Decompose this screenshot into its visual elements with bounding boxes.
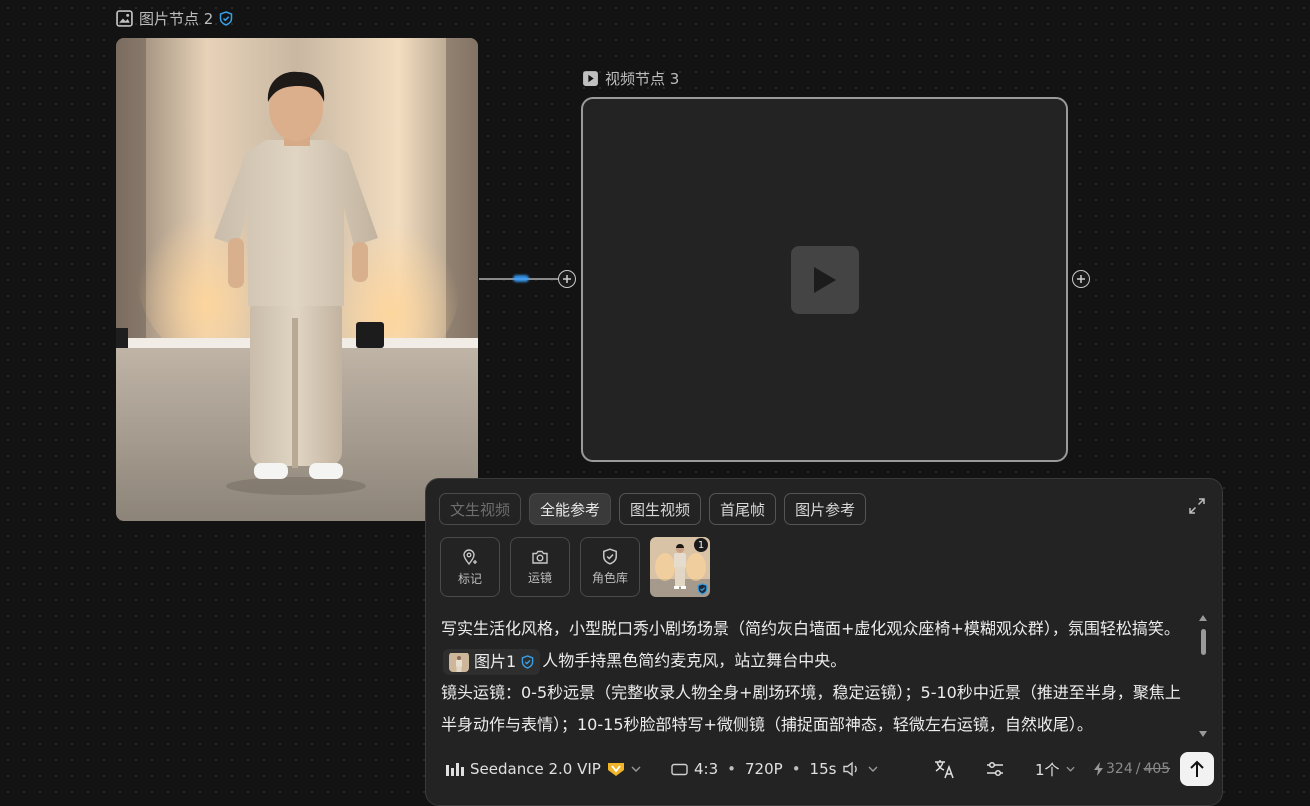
chip-thumbnail	[449, 652, 469, 672]
scrollbar-thumb[interactable]	[1201, 629, 1206, 655]
scroll-up-arrow-icon	[1199, 615, 1207, 621]
verified-shield-icon	[697, 583, 708, 595]
prompt-text-1a: 写实生活化风格，小型脱口秀小剧场场景（简约灰白墙面+虚化观众座椅+模糊观众群），…	[441, 619, 1180, 638]
expand-icon	[1189, 498, 1205, 514]
tab-first-last-frame[interactable]: 首尾帧	[709, 493, 777, 525]
image-node-preview[interactable]	[116, 38, 478, 521]
chevron-down-icon	[868, 766, 878, 772]
video-node-input-handle[interactable]	[558, 270, 576, 288]
model-bars-icon	[446, 763, 464, 776]
chevron-down-icon	[1066, 766, 1075, 772]
send-button[interactable]	[1180, 752, 1214, 786]
bottom-toolbar: Seedance 2.0 VIP 4:3 • 720P • 15s 1个 324	[426, 749, 1222, 789]
credits-used: 324	[1106, 761, 1133, 777]
duration-value: 15s	[809, 760, 837, 778]
video-node-title: 视频节点 3	[605, 70, 680, 88]
output-count-selector[interactable]: 1个	[1035, 749, 1075, 789]
video-node-preview[interactable]	[581, 97, 1068, 462]
comedian-stage-photo	[116, 38, 478, 521]
separator-dot: •	[791, 760, 801, 778]
edge-flow-indicator	[513, 275, 529, 282]
reference-count-badge: 1	[694, 538, 708, 552]
tool-row: 标记 运镜 角色库 1	[440, 537, 710, 597]
model-name: Seedance 2.0 VIP	[470, 760, 601, 778]
shield-check-icon	[603, 548, 617, 565]
image-icon	[116, 10, 133, 27]
tab-image-reference[interactable]: 图片参考	[784, 493, 867, 525]
tool-camera-motion[interactable]: 运镜	[510, 537, 570, 597]
video-settings-selector[interactable]: 4:3 • 720P • 15s	[671, 749, 878, 789]
scroll-down-arrow-icon	[1199, 731, 1207, 737]
tool-camera-motion-label: 运镜	[527, 570, 552, 585]
chip-label: 图片1	[474, 651, 517, 671]
video-icon	[583, 71, 598, 86]
prompt-paragraph-1: 写实生活化风格，小型脱口秀小剧场场景（简约灰白墙面+虚化观众座椅+模糊观众群），…	[441, 613, 1191, 677]
play-icon	[814, 267, 836, 293]
lightning-icon	[1094, 762, 1103, 776]
video-node-header[interactable]: 视频节点 3	[582, 68, 679, 89]
translate-icon	[935, 760, 954, 779]
separator-dot: •	[727, 760, 736, 778]
video-node-output-handle[interactable]	[1072, 270, 1090, 288]
tool-mark-label: 标记	[457, 571, 482, 586]
arrow-up-icon	[1190, 760, 1204, 777]
tool-character-library[interactable]: 角色库	[580, 537, 640, 597]
plus-icon	[563, 275, 571, 283]
plus-icon	[1077, 275, 1085, 283]
verified-shield-icon	[521, 654, 534, 669]
tab-image-to-video[interactable]: 图生视频	[619, 493, 702, 525]
generation-panel: 文生视频 全能参考 图生视频 首尾帧 图片参考 标记 运镜 角色库 1 写实生活…	[425, 478, 1223, 806]
settings-button[interactable]	[986, 749, 1004, 789]
mode-tabs: 文生视频 全能参考 图生视频 首尾帧 图片参考	[439, 493, 867, 525]
tool-mark[interactable]: 标记	[440, 537, 500, 597]
pin-icon	[463, 548, 477, 565]
image-reference-chip[interactable]: 图片1	[443, 648, 541, 675]
sound-icon	[843, 761, 858, 777]
chevron-down-icon	[631, 766, 641, 772]
credits-separator: /	[1135, 761, 1141, 777]
vip-badge-icon	[607, 763, 624, 776]
credits-indicator: 324 / 405	[1094, 749, 1170, 789]
camera-icon	[532, 550, 548, 564]
prompt-text-1b: 人物手持黑色简约麦克风，站立舞台中央。	[542, 651, 847, 670]
model-selector[interactable]: Seedance 2.0 VIP	[446, 749, 641, 789]
image-node-header[interactable]: 图片节点 2	[116, 8, 233, 29]
tab-text-to-video[interactable]: 文生视频	[439, 493, 522, 525]
tab-omni-reference[interactable]: 全能参考	[529, 493, 612, 525]
sliders-icon	[987, 761, 1003, 777]
image-node-title: 图片节点 2	[139, 10, 214, 28]
prompt-paragraph-2: 镜头运镜：0-5秒远景（完整收录人物全身+剧场环境，稳定运镜）；5-10秒中近景…	[441, 683, 1181, 734]
aspect-ratio-icon	[671, 763, 688, 775]
play-button[interactable]	[791, 246, 859, 314]
reference-image-thumb[interactable]: 1	[650, 537, 710, 597]
expand-button[interactable]	[1188, 497, 1206, 519]
aspect-ratio-value: 4:3	[694, 760, 719, 778]
verified-shield-icon	[220, 11, 233, 26]
tool-character-library-label: 角色库	[591, 571, 628, 585]
prompt-scrollbar[interactable]	[1199, 615, 1207, 737]
resolution-value: 720P	[745, 760, 783, 778]
output-count-value: 1个	[1035, 760, 1060, 779]
translate-button[interactable]	[934, 749, 956, 789]
prompt-textarea[interactable]: 写实生活化风格，小型脱口秀小剧场场景（简约灰白墙面+虚化观众座椅+模糊观众群），…	[441, 613, 1191, 739]
credits-total: 405	[1143, 761, 1171, 777]
